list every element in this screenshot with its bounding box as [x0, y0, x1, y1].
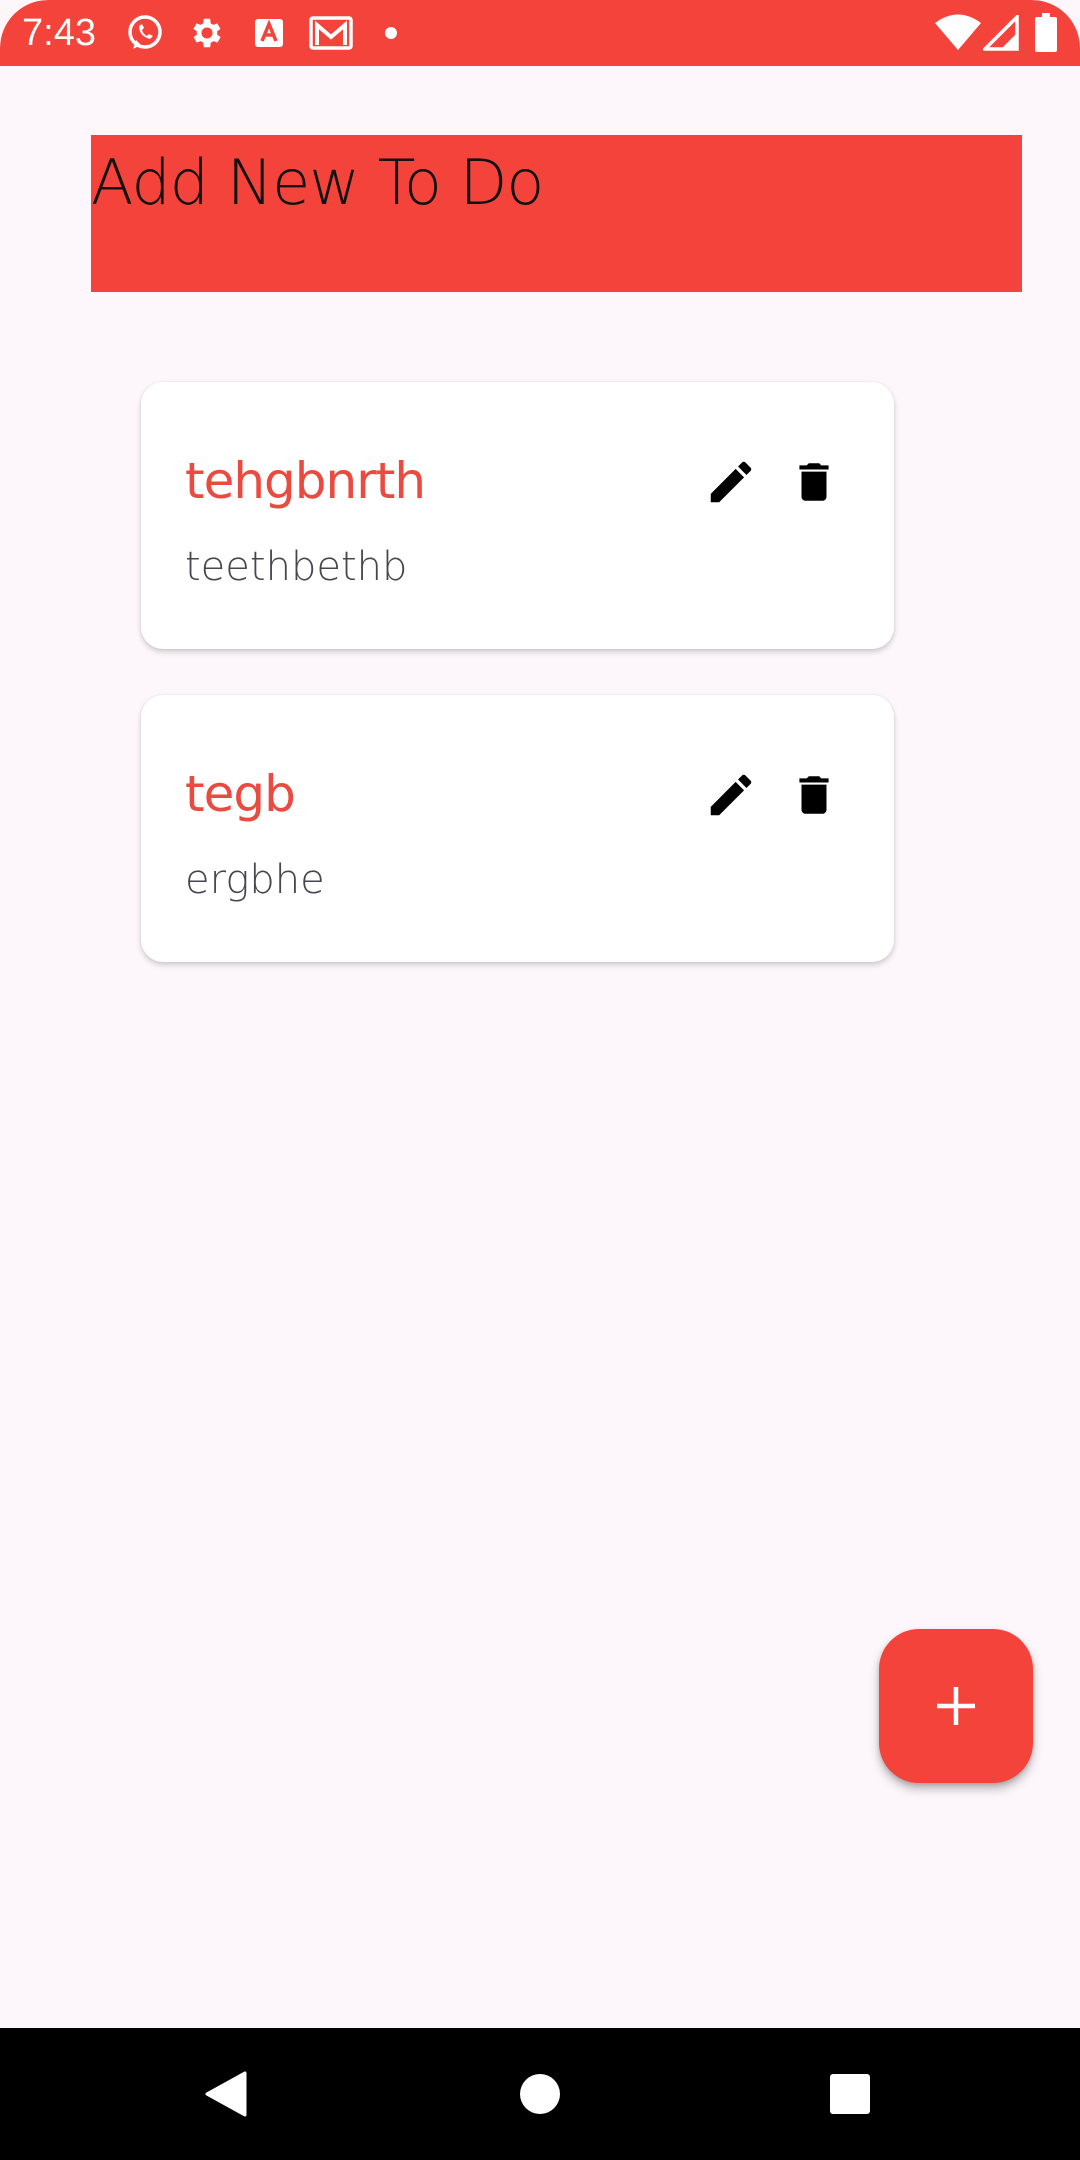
- pencil-icon: [710, 774, 752, 816]
- notification-dot-icon: [370, 12, 412, 54]
- delete-button[interactable]: [784, 765, 844, 825]
- edit-button[interactable]: [701, 452, 761, 512]
- todo-description: teethbethb: [185, 544, 408, 590]
- back-button[interactable]: [196, 2064, 256, 2124]
- add-todo-button[interactable]: [879, 1629, 1033, 1783]
- back-icon: [205, 2071, 247, 2117]
- settings-gear-icon: [186, 12, 228, 54]
- todo-card[interactable]: tehgbnrth teethbethb: [141, 382, 894, 649]
- todo-title: tegb: [185, 765, 296, 823]
- todo-description: ergbhe: [185, 857, 325, 903]
- page-title: Add New To Do: [91, 146, 544, 219]
- home-icon: [520, 2074, 560, 2114]
- battery-icon: [1026, 12, 1066, 54]
- edit-button[interactable]: [701, 765, 761, 825]
- trash-icon: [799, 776, 829, 814]
- recents-button[interactable]: [820, 2064, 880, 2124]
- whatsapp-icon: [124, 12, 166, 54]
- wifi-icon: [934, 12, 982, 54]
- recents-icon: [830, 2074, 870, 2114]
- pencil-icon: [710, 461, 752, 503]
- plus-icon: [937, 1687, 975, 1725]
- status-time: 7:43: [22, 12, 96, 54]
- todo-title: tehgbnrth: [185, 452, 426, 510]
- navigation-bar: [0, 2028, 1080, 2160]
- app-screen: 7:43 Add New To Do tehgbnrth teethbethb …: [0, 0, 1080, 2160]
- status-bar: 7:43: [0, 0, 1080, 66]
- todo-list: tehgbnrth teethbethb tegb ergbhe: [141, 382, 894, 1008]
- gmail-icon: [308, 12, 354, 54]
- trash-icon: [799, 463, 829, 501]
- todo-card[interactable]: tegb ergbhe: [141, 695, 894, 962]
- delete-button[interactable]: [784, 452, 844, 512]
- cellular-signal-icon: [980, 12, 1022, 54]
- text-a-icon: [248, 12, 290, 54]
- home-button[interactable]: [510, 2064, 570, 2124]
- header-banner: Add New To Do: [91, 135, 1022, 292]
